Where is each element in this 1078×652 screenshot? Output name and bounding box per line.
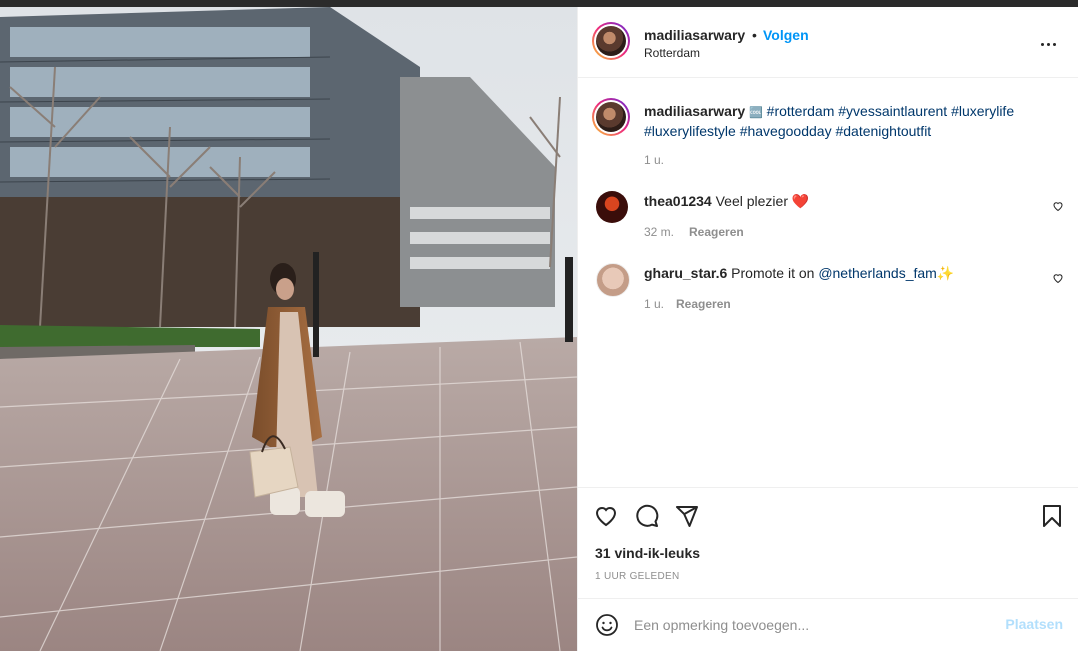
post-photo[interactable] (0, 7, 577, 651)
comment-input[interactable] (634, 615, 994, 635)
caption-username[interactable]: madiliasarwary (644, 103, 745, 119)
comment-avatar-thea01234[interactable] (596, 191, 628, 223)
like-count[interactable]: 31 vind-ik-leuks (595, 545, 700, 561)
comment-text: Veel plezier (715, 193, 788, 209)
post-comment-button[interactable]: Plaatsen (1005, 616, 1063, 632)
reply-button[interactable]: Reageren (676, 297, 731, 311)
post-caption: madiliasarwary 🆒 #rotterdam #yvessaintla… (644, 102, 1064, 140)
bookmark-icon[interactable] (1040, 504, 1064, 528)
post-location[interactable]: Rotterdam (644, 46, 700, 60)
separator-dot: • (752, 27, 757, 43)
comment-username[interactable]: thea01234 (644, 193, 712, 209)
comment-time[interactable]: 32 m. (644, 225, 674, 239)
comment-emoji: ✨ (936, 265, 955, 281)
share-icon[interactable] (675, 504, 699, 528)
comment-mention[interactable]: @netherlands_fam (818, 265, 937, 281)
post-detail-panel: madiliasarwary • Volgen Rotterdam madili… (577, 7, 1078, 651)
add-comment-bar: Plaatsen (578, 598, 1078, 652)
caption-hashtags-line1[interactable]: #rotterdam #yvessaintlaurent #luxerylife (767, 103, 1014, 119)
comment-username[interactable]: gharu_star.6 (644, 265, 727, 281)
comment-gharu_star6: gharu_star.6 Promote it on @netherlands_… (644, 264, 954, 282)
emoji-icon[interactable] (595, 613, 619, 637)
comment-time[interactable]: 1 u. (644, 297, 664, 311)
post-header: madiliasarwary • Volgen Rotterdam (578, 7, 1078, 78)
caption-emoji: 🆒 (749, 107, 763, 119)
post-actions: 31 vind-ik-leuks 1 UUR GELEDEN (578, 487, 1078, 599)
caption-time[interactable]: 1 u. (644, 153, 664, 167)
caption-author-avatar[interactable] (592, 98, 630, 136)
post-timestamp[interactable]: 1 UUR GELEDEN (595, 571, 679, 582)
comment-icon[interactable] (635, 504, 659, 528)
author-username[interactable]: madiliasarwary (644, 27, 745, 43)
browser-top-strip (0, 0, 1078, 7)
comment-avatar-gharu_star6[interactable] (596, 263, 630, 297)
more-options-icon[interactable] (1041, 33, 1059, 51)
comment-text: Promote it on (731, 265, 815, 281)
caption-hashtags-line2[interactable]: #luxerylifestyle #havegoodday #datenight… (644, 123, 931, 139)
follow-button[interactable]: Volgen (763, 27, 809, 43)
comment-thea01234: thea01234 Veel plezier ❤️ (644, 192, 809, 210)
comment-emoji: ❤️ (791, 193, 810, 209)
reply-button[interactable]: Reageren (689, 225, 744, 239)
author-avatar[interactable] (592, 22, 630, 60)
comment-like-heart-icon[interactable] (1052, 200, 1064, 212)
heart-icon[interactable] (594, 504, 618, 528)
comment-like-heart-icon[interactable] (1052, 272, 1064, 284)
